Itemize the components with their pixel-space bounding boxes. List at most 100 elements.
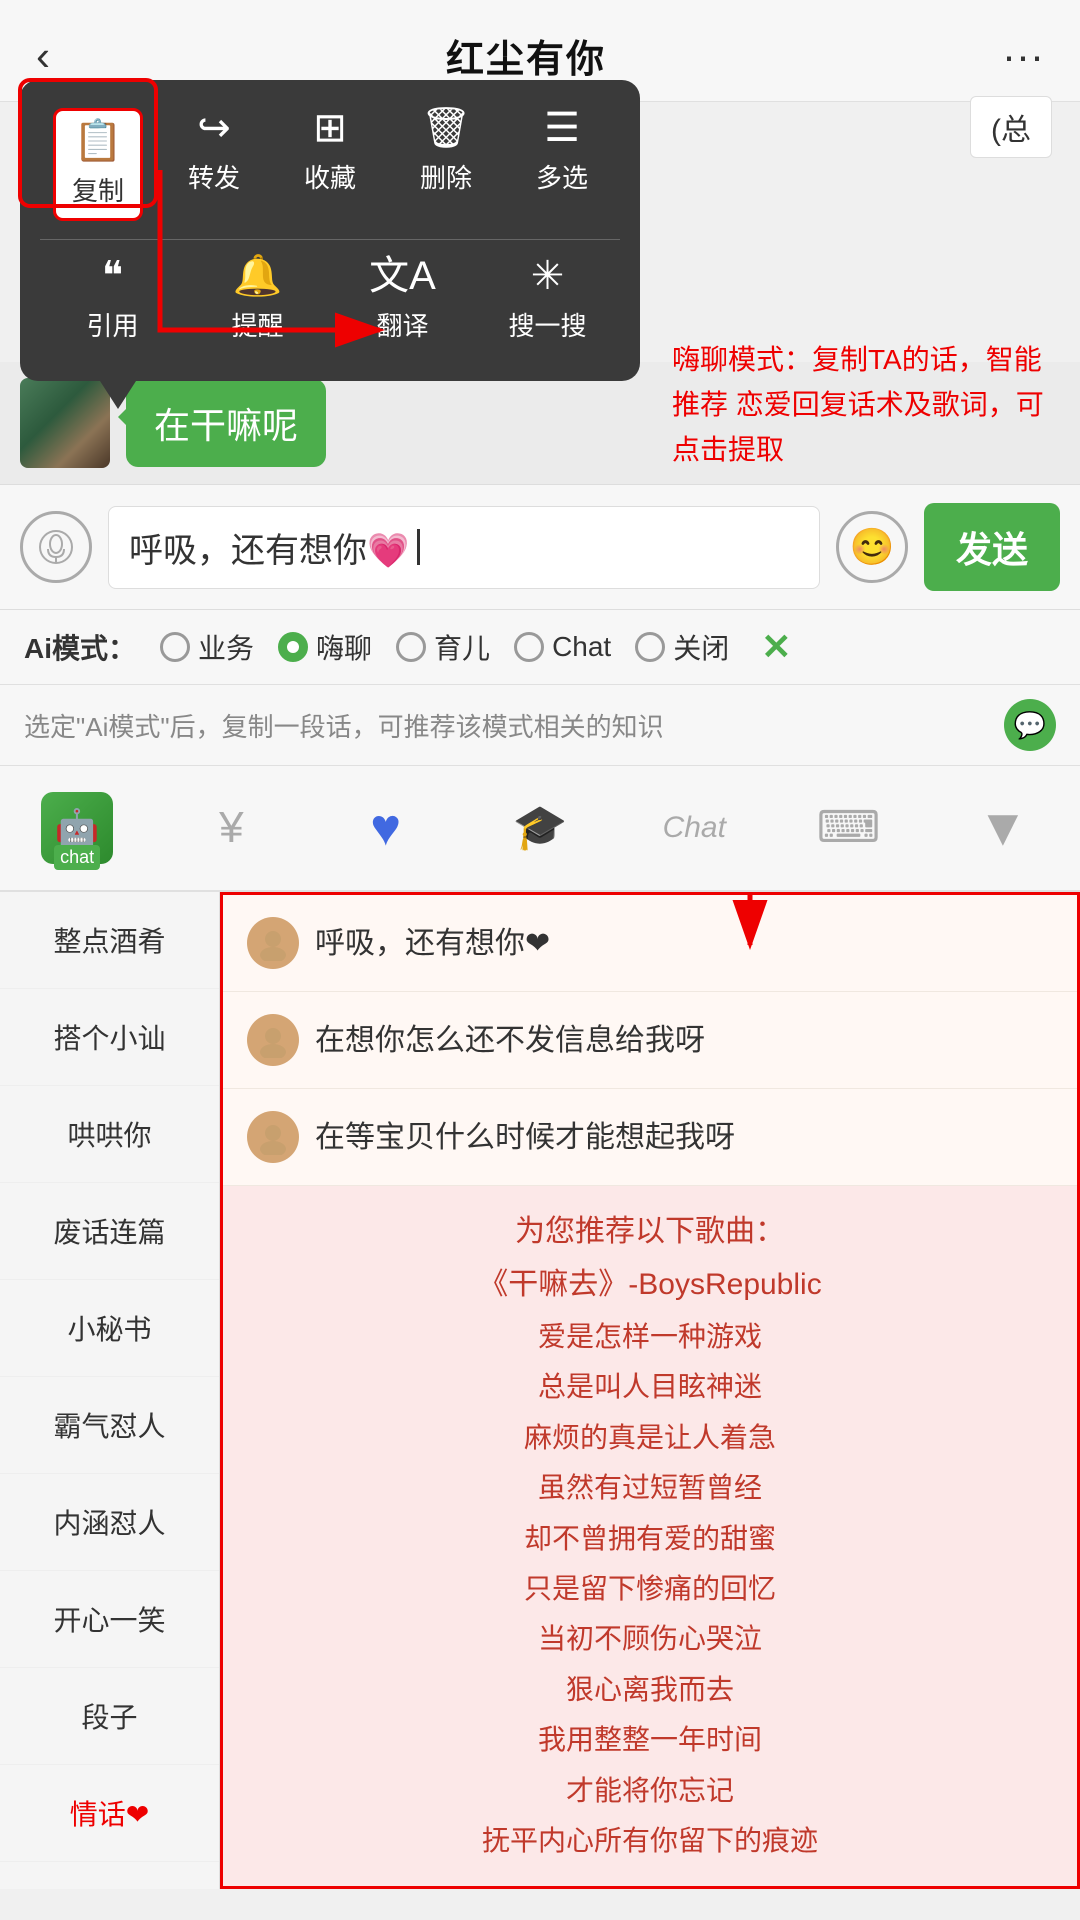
suggestion-text-1: 在想你怎么还不发信息给我呀 — [315, 1018, 705, 1063]
forward-button[interactable]: ↪ 转发 — [169, 108, 259, 221]
lyric-2: 麻烦的真是让人着急 — [247, 1413, 1053, 1463]
page-title: 红尘有你 — [446, 28, 606, 83]
lyric-4: 却不曾拥有爱的甜蜜 — [247, 1514, 1053, 1564]
mode-haijiao-label: 嗨聊 — [316, 627, 372, 667]
quote-icon: ❝ — [102, 256, 124, 296]
radio-yuer[interactable] — [396, 632, 426, 662]
sidebar-item-5[interactable]: 霸气怼人 — [0, 1377, 219, 1474]
lyric-8: 我用整整一年时间 — [247, 1715, 1053, 1765]
toolbar-chat-text[interactable]: Chat — [617, 801, 771, 855]
mode-yuer-label: 育儿 — [434, 627, 490, 667]
input-area: 呼吸，还有想你💗 😊 发送 — [0, 484, 1080, 610]
toolbar-heart[interactable]: ♥ — [309, 792, 463, 864]
radio-business[interactable] — [160, 632, 190, 662]
toolbar-row: 🤖 chat ¥ ♥ 🎓 Chat ⌨ ▼ — [0, 766, 1080, 892]
remind-icon: 🔔 — [233, 256, 283, 296]
keyboard-icon: ⌨ — [817, 806, 881, 850]
delete-button[interactable]: 🗑 删除 — [401, 108, 491, 221]
collect-button[interactable]: ⊞ 收藏 — [285, 108, 375, 221]
mode-chat[interactable]: Chat — [514, 631, 611, 663]
lyric-7: 狠心离我而去 — [247, 1665, 1053, 1715]
mode-haijiao[interactable]: 嗨聊 — [278, 627, 372, 667]
sidebar-item-6[interactable]: 内涵怼人 — [0, 1474, 219, 1571]
radio-close[interactable] — [635, 632, 665, 662]
lyric-6: 当初不顾伤心哭泣 — [247, 1614, 1053, 1664]
mode-yuer[interactable]: 育儿 — [396, 627, 490, 667]
money-icon: ¥ — [219, 806, 243, 850]
delete-icon: 🗑 — [421, 108, 472, 148]
total-badge: (总 — [970, 96, 1052, 158]
suggestion-avatar-2 — [247, 1111, 299, 1163]
back-button[interactable]: ‹ — [36, 32, 50, 80]
lyric-0: 爱是怎样一种游戏 — [247, 1312, 1053, 1362]
toolbar-keyboard[interactable]: ⌨ — [771, 796, 925, 860]
haijiao-annotation: 嗨聊模式：复制TA的话，智能推荐 恋爱回复话术及歌词，可点击提取 — [672, 338, 1052, 472]
message-input[interactable]: 呼吸，还有想你💗 — [108, 506, 820, 589]
sidebar-item-8[interactable]: 段子 — [0, 1668, 219, 1765]
mode-business[interactable]: 业务 — [160, 627, 254, 667]
quote-button[interactable]: ❝ 引用 — [68, 256, 158, 343]
multiselect-button[interactable]: ☰ 多选 — [517, 108, 607, 221]
chat-text-label: Chat — [663, 811, 726, 845]
toolbar-dropdown[interactable]: ▼ — [926, 788, 1080, 868]
mode-business-label: 业务 — [198, 627, 254, 667]
dropdown-icon: ▼ — [977, 798, 1028, 858]
toolbar-robot[interactable]: 🤖 chat — [0, 782, 154, 874]
suggestion-avatar-0 — [247, 917, 299, 969]
robot-icon: 🤖 chat — [41, 792, 113, 864]
search-button[interactable]: ✳ 搜一搜 — [503, 256, 593, 343]
ai-mode-label: Ai模式： — [24, 627, 136, 667]
sidebar-item-7[interactable]: 开心一笑 — [0, 1571, 219, 1668]
more-button[interactable]: ··· — [1002, 32, 1044, 80]
sidebar-item-4[interactable]: 小秘书 — [0, 1280, 219, 1377]
toolbar-money[interactable]: ¥ — [154, 796, 308, 860]
translate-icon: 文A — [369, 256, 436, 296]
sender-avatar — [20, 378, 110, 468]
graduation-icon: 🎓 — [513, 806, 568, 850]
sidebar-item-2[interactable]: 哄哄你 — [0, 1086, 219, 1183]
ai-mode-bar: Ai模式： 业务 嗨聊 育儿 Chat 关闭 ✕ — [0, 610, 1080, 685]
left-sidebar: 整点酒肴 搭个小讪 哄哄你 废话连篇 小秘书 霸气怼人 内涵怼人 开心一笑 段子… — [0, 892, 220, 1889]
context-menu-row2: ❝ 引用 🔔 提醒 文A 翻译 ✳ 搜一搜 — [40, 256, 620, 343]
suggestion-1[interactable]: 在想你怎么还不发信息给我呀 — [223, 992, 1077, 1089]
right-panel: 呼吸，还有想你❤ 在想你怎么还不发信息给我呀 在等宝贝什么时候才能想起我呀 — [220, 892, 1080, 1889]
copy-highlight — [18, 78, 158, 208]
sidebar-item-1[interactable]: 搭个小讪 — [0, 989, 219, 1086]
lyric-1: 总是叫人目眩神迷 — [247, 1362, 1053, 1412]
song-title: 《干嘛去》-BoysRepublic — [247, 1258, 1053, 1312]
hint-text: 选定"Ai模式"后，复制一段话，可推荐该模式相关的知识 — [24, 707, 664, 744]
emoji-button[interactable]: 😊 — [836, 511, 908, 583]
sidebar-item-0[interactable]: 整点酒肴 — [0, 892, 219, 989]
mode-chat-label: Chat — [552, 631, 611, 663]
forward-icon: ↪ — [197, 108, 231, 148]
send-button[interactable]: 发送 — [924, 503, 1060, 591]
collect-icon: ⊞ — [313, 108, 347, 148]
suggestion-2[interactable]: 在等宝贝什么时候才能想起我呀 — [223, 1089, 1077, 1186]
translate-button[interactable]: 文A 翻译 — [358, 256, 448, 343]
mode-close[interactable]: 关闭 — [635, 627, 729, 667]
lyric-10: 抚平内心所有你留下的痕迹 — [247, 1816, 1053, 1866]
remind-button[interactable]: 🔔 提醒 — [213, 256, 303, 343]
suggestion-text-2: 在等宝贝什么时候才能想起我呀 — [315, 1115, 735, 1160]
lyric-3: 虽然有过短暂曾经 — [247, 1463, 1053, 1513]
main-content: 整点酒肴 搭个小讪 哄哄你 废话连篇 小秘书 霸气怼人 内涵怼人 开心一笑 段子… — [0, 892, 1080, 1889]
suggestion-text-0: 呼吸，还有想你❤ — [315, 921, 550, 966]
close-ai-button[interactable]: ✕ — [761, 626, 791, 668]
search-icon: ✳ — [531, 256, 565, 296]
lyric-5: 只是留下惨痛的回忆 — [247, 1564, 1053, 1614]
lyric-9: 才能将你忘记 — [247, 1766, 1053, 1816]
hint-chat-icon[interactable]: 💬 — [1004, 699, 1056, 751]
sidebar-item-3[interactable]: 废话连篇 — [0, 1183, 219, 1280]
song-area: 为您推荐以下歌曲： 《干嘛去》-BoysRepublic 爱是怎样一种游戏 总是… — [223, 1186, 1077, 1886]
toolbar-graduation[interactable]: 🎓 — [463, 796, 617, 860]
radio-haijiao[interactable] — [278, 632, 308, 662]
multiselect-icon: ☰ — [544, 108, 580, 148]
sidebar-item-9[interactable]: 情话❤ — [0, 1765, 219, 1862]
song-intro: 为您推荐以下歌曲： — [247, 1206, 1053, 1250]
heart-icon: ♥ — [370, 802, 401, 854]
mode-close-label: 关闭 — [673, 627, 729, 667]
mic-button[interactable] — [20, 511, 92, 583]
radio-chat[interactable] — [514, 632, 544, 662]
hint-bar: 选定"Ai模式"后，复制一段话，可推荐该模式相关的知识 💬 — [0, 685, 1080, 766]
suggestion-0[interactable]: 呼吸，还有想你❤ — [223, 895, 1077, 992]
